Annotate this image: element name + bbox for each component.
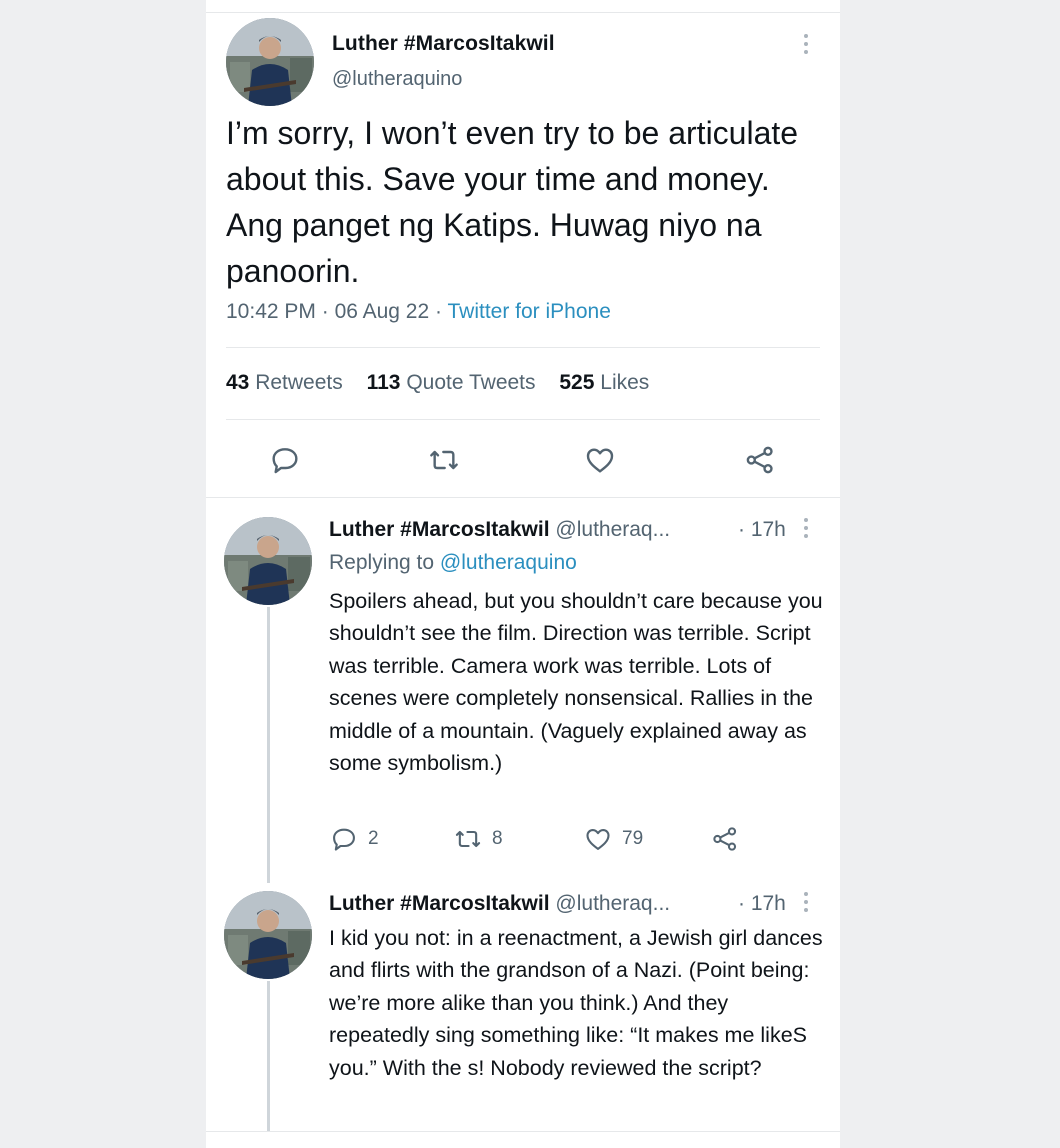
more-options-icon[interactable]: [803, 34, 809, 54]
reply-icon[interactable]: [268, 443, 302, 477]
author-name[interactable]: Luther #MarcosItakwil: [332, 32, 555, 56]
author-handle[interactable]: @lutheraq...: [555, 518, 670, 541]
reply-button[interactable]: 2: [330, 825, 379, 853]
divider: [226, 347, 820, 348]
meta-separator: ·: [321, 300, 329, 323]
reply-timestamp[interactable]: · 17h: [738, 518, 786, 542]
author-name[interactable]: Luther #MarcosItakwil: [329, 892, 550, 915]
more-options-icon[interactable]: [803, 892, 809, 912]
author-handle[interactable]: @lutheraq...: [555, 892, 670, 915]
like-count: 79: [622, 828, 644, 849]
share-button[interactable]: [711, 825, 739, 853]
like-icon[interactable]: [583, 443, 617, 477]
replying-to-link[interactable]: @lutheraquino: [440, 551, 577, 574]
like-icon: [586, 828, 610, 850]
tweet-time: 10:42 PM: [226, 300, 316, 323]
thread-line: [267, 607, 270, 883]
replying-to: Replying to @lutheraquino: [329, 551, 577, 575]
author-name[interactable]: Luther #MarcosItakwil: [329, 518, 550, 541]
reply-header: Luther #MarcosItakwil @lutheraq...: [329, 892, 670, 916]
tweet-meta: 10:42 PM · 06 Aug 22 · Twitter for iPhon…: [226, 300, 611, 324]
replying-prefix: Replying to: [329, 551, 435, 574]
thread-line: [267, 981, 270, 1131]
reply-text: Spoilers ahead, but you shouldn’t care b…: [329, 589, 823, 776]
avatar-photo: [224, 891, 312, 979]
tweet-thread-card: Luther #MarcosItakwil @lutheraquino I’m …: [206, 0, 840, 1148]
retweets-stat[interactable]: 43 Retweets: [226, 371, 343, 394]
quote-tweets-stat[interactable]: 113 Quote Tweets: [367, 371, 536, 394]
reply-icon: [333, 828, 355, 851]
like-button[interactable]: 79: [584, 825, 643, 853]
likes-stat[interactable]: 525 Likes: [559, 371, 649, 394]
share-icon[interactable]: [743, 443, 777, 477]
avatar[interactable]: [224, 517, 312, 605]
retweet-count: 8: [492, 828, 503, 849]
retweet-button[interactable]: 8: [454, 825, 503, 853]
retweet-icon: [455, 830, 481, 848]
divider: [206, 1131, 840, 1132]
avatar-photo: [224, 517, 312, 605]
divider: [226, 419, 820, 420]
tweet-source-link[interactable]: Twitter for iPhone: [447, 300, 610, 323]
divider: [206, 12, 840, 13]
divider: [206, 497, 840, 498]
reply-text: I kid you not: in a reenactment, a Jewis…: [329, 926, 823, 1080]
tweet-text: I’m sorry, I won’t even try to be articu…: [226, 115, 799, 289]
author-handle[interactable]: @lutheraquino: [332, 68, 462, 91]
meta-separator: ·: [435, 300, 443, 323]
reply-count: 2: [368, 828, 379, 849]
avatar[interactable]: [226, 18, 314, 106]
more-options-icon[interactable]: [803, 518, 809, 538]
retweet-icon[interactable]: [427, 443, 461, 477]
avatar-photo: [226, 18, 314, 106]
share-icon: [713, 827, 737, 851]
tweet-stats: 43 Retweets 113 Quote Tweets 525 Likes: [226, 371, 649, 395]
reply-header: Luther #MarcosItakwil @lutheraq...: [329, 518, 670, 542]
avatar[interactable]: [224, 891, 312, 979]
reply-timestamp[interactable]: · 17h: [738, 892, 786, 916]
tweet-date: 06 Aug 22: [334, 300, 430, 323]
